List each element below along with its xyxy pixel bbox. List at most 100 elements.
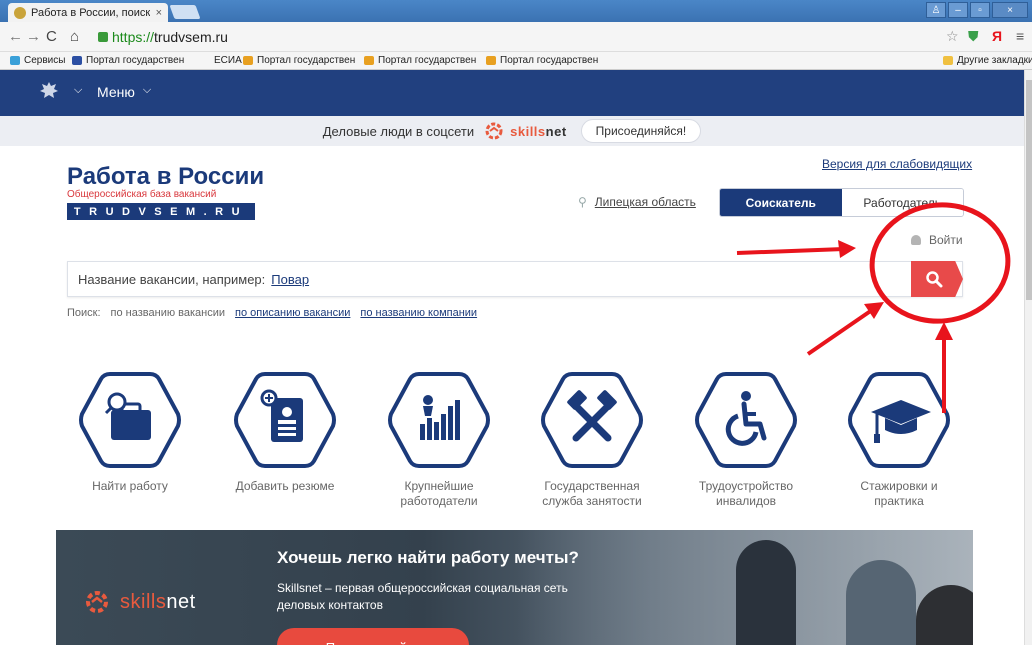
menu-toggle[interactable]: Меню ⌵ <box>97 84 151 100</box>
search-example-link[interactable]: Повар <box>271 272 309 287</box>
chevron-down-icon[interactable]: ⌵ <box>74 84 82 97</box>
bookmark-label: Портал государствен <box>86 55 185 66</box>
address-bar[interactable]: https:// trudvsem.ru <box>98 27 933 47</box>
shield-extension-icon[interactable]: ⛊ <box>968 28 979 45</box>
bookmark-portal-3[interactable]: Портал государствен <box>486 55 598 66</box>
crest-icon <box>243 56 253 65</box>
tab-close-icon[interactable]: × <box>156 7 162 19</box>
category-internships[interactable]: Стажировки и практика <box>833 370 965 509</box>
category-employment-service[interactable]: Государственная служба занятости <box>526 370 658 509</box>
annotation-arrow-horizontal <box>736 240 856 258</box>
logo-title: Работа в России <box>67 163 265 190</box>
vacancy-search-input[interactable]: Название вакансии, например: Повар <box>67 261 963 297</box>
banner-person <box>846 560 916 645</box>
wheelchair-icon <box>695 372 797 468</box>
category-find-job[interactable]: Найти работу <box>64 370 196 494</box>
banner-join-button[interactable]: Присоединяйся <box>277 628 469 645</box>
bookmark-star-icon[interactable]: ☆ <box>946 28 959 45</box>
promo-strip: Деловые люди в соцсети skillsnet Присоед… <box>0 116 1024 146</box>
category-top-employers[interactable]: Крупнейшие работодатели <box>373 370 505 509</box>
tab-title: Работа в России, поиск ва <box>31 6 150 19</box>
bookmark-portal-2[interactable]: Портал государствен <box>364 55 476 66</box>
url-scheme: https:// <box>112 29 155 45</box>
graduation-cap-icon <box>848 372 950 468</box>
bookmark-services[interactable]: Сервисы <box>10 55 65 66</box>
flag-icon <box>72 56 82 65</box>
bookmark-label: Портал государствен <box>257 55 356 66</box>
category-label: Найти работу <box>92 479 168 493</box>
category-label: Добавить резюме <box>235 479 335 493</box>
category-label: Государственная служба занятости <box>542 479 642 508</box>
annotation-arrow-diagonal <box>806 302 884 356</box>
bookmark-label: ЕСИА <box>214 55 242 66</box>
other-bookmarks[interactable]: Другие закладки <box>943 55 1032 66</box>
menu-label: Меню <box>97 84 135 100</box>
back-arrow-icon[interactable]: ← <box>8 28 23 45</box>
person-icon <box>911 235 921 245</box>
search-mode-description[interactable]: по описанию вакансии <box>235 307 350 319</box>
add-resume-icon <box>234 372 336 468</box>
lock-icon <box>98 32 108 42</box>
search-button[interactable] <box>911 261 963 297</box>
promo-text: Деловые люди в соцсети <box>322 123 475 139</box>
page-scrollbar[interactable] <box>1024 70 1032 645</box>
role-seeker-tab[interactable]: Соискатель <box>720 189 842 216</box>
bookmark-gosuslugi[interactable]: Портал государствен <box>72 55 184 66</box>
eagle-crest-icon[interactable] <box>38 80 60 102</box>
banner-skillsnet-logo: skillsnet <box>82 588 196 616</box>
category-add-resume[interactable]: Добавить резюме <box>219 370 351 494</box>
bookmark-label: Портал государствен <box>378 55 477 66</box>
bookmark-portal-1[interactable]: Портал государствен <box>243 55 355 66</box>
url-host: trudvsem.ru <box>154 29 228 45</box>
browser-tab-bar: Работа в России, поиск ва × ♙ – ▫ × <box>0 0 1032 22</box>
banner-title: Хочешь легко найти работу мечты? <box>277 548 579 567</box>
other-bookmarks-label: Другие закладки <box>957 55 1032 66</box>
accessibility-link[interactable]: Версия для слабовидящих <box>822 157 972 171</box>
category-label: Крупнейшие работодатели <box>400 479 478 508</box>
browser-menu-icon[interactable]: ≡ <box>1016 28 1024 44</box>
forward-arrow-icon[interactable]: → <box>26 28 41 45</box>
window-controls: ♙ – ▫ × <box>926 2 1028 18</box>
search-mode-company[interactable]: по названию компании <box>360 307 477 319</box>
category-label: Стажировки и практика <box>860 479 938 508</box>
user-icon[interactable]: ♙ <box>926 2 946 18</box>
brand-part-b: net <box>166 590 196 613</box>
brand-part-a: skills <box>510 123 546 139</box>
bookmark-esia[interactable]: ЕСИА <box>214 55 242 66</box>
banner-description: Skillsnet – первая общероссийская социал… <box>277 581 568 612</box>
brand-part-b: net <box>545 123 567 139</box>
skillsnet-gear-icon <box>86 591 108 613</box>
logo-subtitle: Общероссийская база вакансий <box>67 189 217 200</box>
close-window-icon[interactable]: × <box>992 2 1028 18</box>
reload-icon[interactable]: C <box>46 28 57 45</box>
search-mode-title[interactable]: по названию вакансии <box>111 307 225 319</box>
browser-tab[interactable]: Работа в России, поиск ва × <box>8 3 168 22</box>
search-modes: Поиск: по названию вакансии по описанию … <box>67 307 477 319</box>
logo-domain: TRUDVSEM.RU <box>67 203 255 220</box>
role-employer-tab[interactable]: Работодатель <box>841 189 963 216</box>
browser-toolbar: ← → C ⌂ https:// trudvsem.ru ☆ ⛊ Я ≡ <box>0 22 1032 52</box>
skillsnet-banner[interactable]: skillsnet Хочешь легко найти работу мечт… <box>56 530 973 645</box>
chevron-down-icon: ⌵ <box>142 84 152 96</box>
scrollbar-thumb[interactable] <box>1026 80 1032 300</box>
login-link[interactable]: Войти <box>911 233 963 247</box>
new-tab-button[interactable] <box>169 5 201 19</box>
bar-chart-icon <box>388 372 490 468</box>
category-label: Трудоустройство инвалидов <box>698 479 794 508</box>
region-selector[interactable]: ⚲ Липецкая область <box>578 195 696 209</box>
site-logo[interactable]: Работа в России Общероссийская база вака… <box>67 165 264 220</box>
search-placeholder: Название вакансии, например: <box>78 271 266 287</box>
crest-icon <box>364 56 374 65</box>
search-icon <box>926 271 943 288</box>
home-icon[interactable]: ⌂ <box>70 28 79 45</box>
crossed-hammers-icon <box>541 372 643 468</box>
category-disabled-employment[interactable]: Трудоустройство инвалидов <box>680 370 812 509</box>
search-modes-label: Поиск: <box>67 307 101 319</box>
skillsnet-logo[interactable]: skillsnet <box>482 120 567 142</box>
banner-person <box>736 540 796 645</box>
yandex-extension-icon[interactable]: Я <box>992 28 1002 44</box>
crest-icon <box>486 56 496 65</box>
maximize-icon[interactable]: ▫ <box>970 2 990 18</box>
minimize-icon[interactable]: – <box>948 2 968 18</box>
join-button[interactable]: Присоединяйся! <box>580 119 702 143</box>
